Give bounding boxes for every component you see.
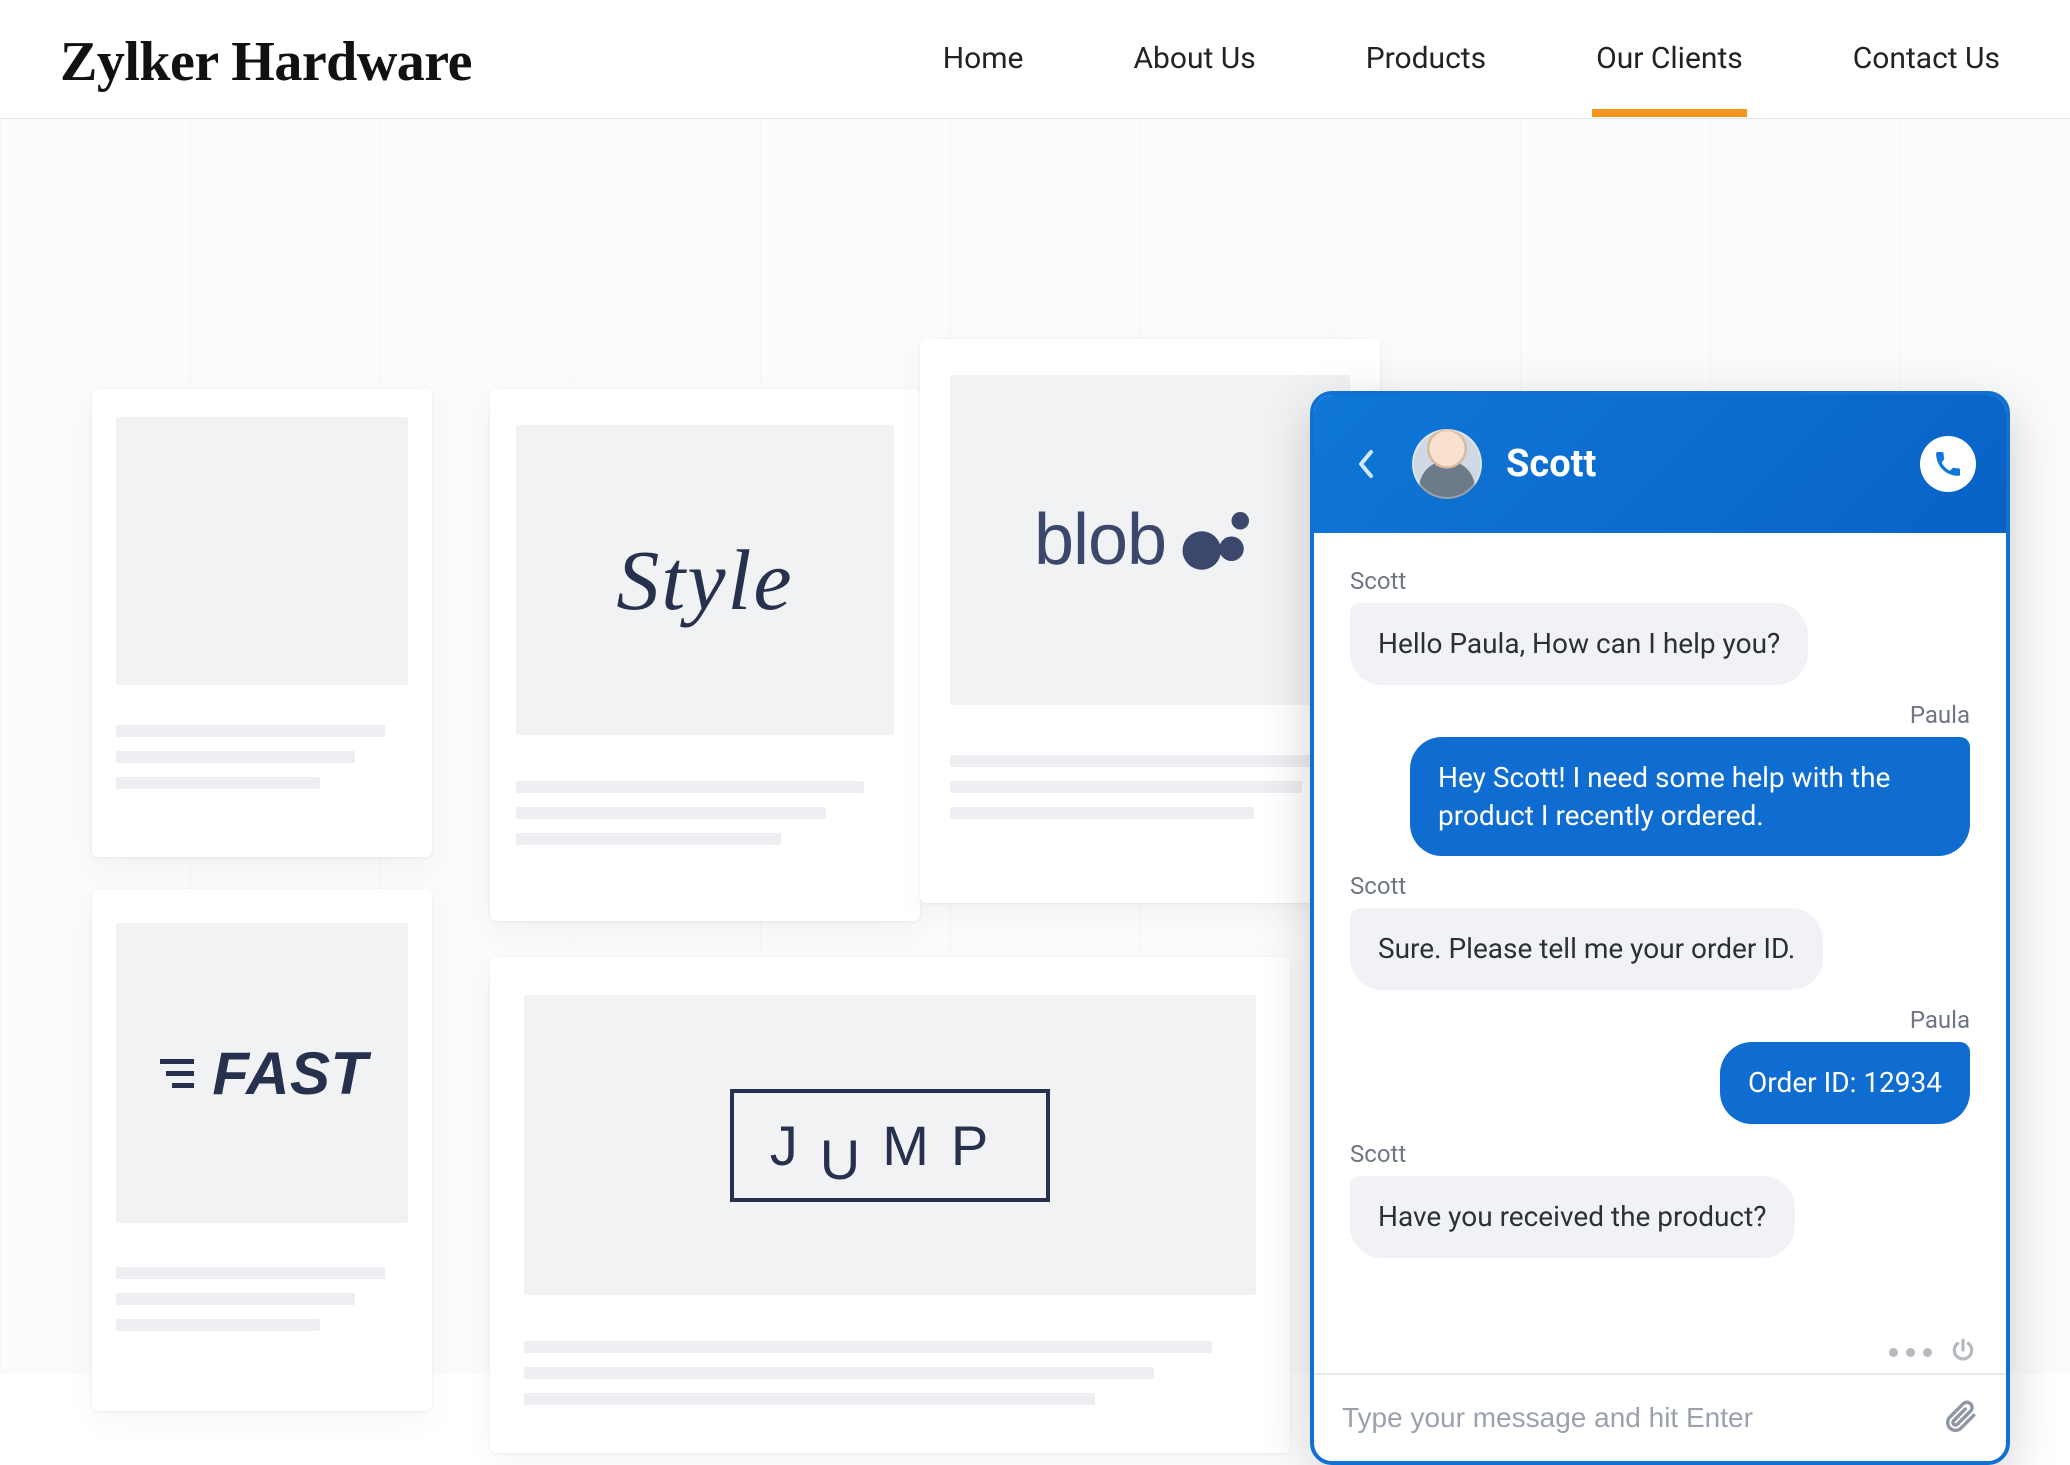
client-logo-fast: FAST [116, 923, 408, 1223]
message-bubble: Hey Scott! I need some help with the pro… [1410, 737, 1970, 857]
client-logo-placeholder [116, 417, 408, 685]
phone-icon [1934, 450, 1962, 478]
message-agent: Scott Sure. Please tell me your order ID… [1350, 872, 1970, 990]
placeholder-lines [516, 781, 894, 845]
chat-message-input[interactable] [1342, 1402, 1928, 1434]
paperclip-icon [1944, 1399, 1978, 1433]
fast-logo-text: FAST [212, 1039, 367, 1108]
placeholder-lines [116, 725, 408, 789]
blob-logo-text: blob [1034, 499, 1166, 581]
nav-about[interactable]: About Us [1133, 41, 1255, 84]
sender-label: Paula [1910, 1006, 1970, 1034]
chat-widget: Scott Scott Hello Paula, How can I help … [1310, 391, 2010, 1465]
site-brand: Zylker Hardware [60, 30, 472, 94]
message-agent: Scott Have you received the product? [1350, 1140, 1970, 1258]
site-header: Zylker Hardware Home About Us Products O… [0, 0, 2070, 119]
client-card-placeholder-1 [92, 389, 432, 857]
client-card-jump[interactable]: JUMP [490, 957, 1290, 1453]
nav-products[interactable]: Products [1366, 41, 1486, 84]
placeholder-lines [950, 755, 1350, 819]
blob-dots-icon [1176, 505, 1266, 575]
message-bubble: Hello Paula, How can I help you? [1350, 603, 1808, 685]
main-nav: Home About Us Products Our Clients Conta… [943, 41, 2000, 84]
sender-label: Scott [1350, 567, 1970, 595]
message-bubble: Sure. Please tell me your order ID. [1350, 908, 1823, 990]
message-bubble: Have you received the product? [1350, 1176, 1795, 1258]
speed-lines-icon [156, 1053, 202, 1093]
sender-label: Paula [1910, 701, 1970, 729]
chat-footer-tools [1314, 1331, 2006, 1373]
sender-label: Scott [1350, 1140, 1970, 1168]
client-card-fast[interactable]: FAST [92, 889, 432, 1411]
call-button[interactable] [1920, 436, 1976, 492]
message-user: Paula Order ID: 12934 [1350, 1006, 1970, 1124]
client-card-style[interactable]: Style [490, 389, 920, 921]
end-chat-button[interactable] [1950, 1337, 1976, 1367]
nav-clients[interactable]: Our Clients [1596, 41, 1743, 84]
chevron-left-icon [1355, 449, 1377, 479]
chat-messages: Scott Hello Paula, How can I help you? P… [1314, 533, 2006, 1331]
message-bubble: Order ID: 12934 [1720, 1042, 1970, 1124]
main-content: Style blob [0, 119, 2070, 1374]
jump-logo-box: JUMP [730, 1089, 1050, 1202]
agent-name: Scott [1506, 442, 1596, 486]
nav-contact[interactable]: Contact Us [1853, 41, 2000, 84]
chat-input-row [1314, 1373, 2006, 1461]
client-logo-jump: JUMP [524, 995, 1256, 1295]
style-logo-text: Style [616, 530, 793, 630]
client-logo-blob: blob [950, 375, 1350, 705]
agent-avatar [1412, 429, 1482, 499]
power-icon [1950, 1337, 1976, 1363]
placeholder-lines [524, 1341, 1256, 1405]
placeholder-lines [116, 1267, 408, 1331]
client-logo-style: Style [516, 425, 894, 735]
chat-header: Scott [1314, 395, 2006, 533]
message-user: Paula Hey Scott! I need some help with t… [1350, 701, 1970, 857]
sender-label: Scott [1350, 872, 1970, 900]
nav-home[interactable]: Home [943, 41, 1024, 84]
chat-back-button[interactable] [1344, 442, 1388, 486]
attach-button[interactable] [1944, 1399, 1978, 1437]
message-agent: Scott Hello Paula, How can I help you? [1350, 567, 1970, 685]
more-options-button[interactable] [1889, 1337, 1932, 1367]
